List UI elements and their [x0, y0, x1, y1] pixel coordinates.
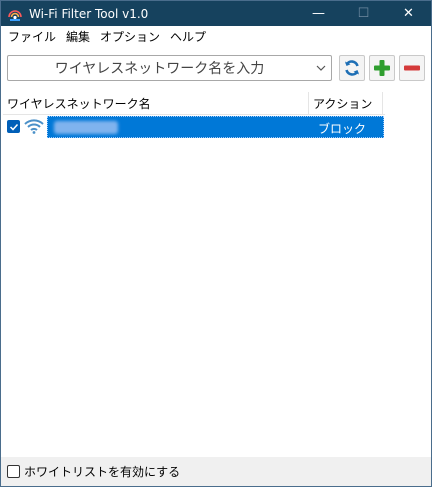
menu-file[interactable]: ファイル: [5, 28, 63, 45]
close-button[interactable]: ✕: [386, 1, 431, 26]
add-icon: [374, 60, 390, 76]
list-row[interactable]: ブロック: [3, 115, 385, 138]
app-logo-icon: [8, 9, 22, 21]
whitelist-label[interactable]: ホワイトリストを有効にする: [24, 463, 180, 480]
chevron-down-icon[interactable]: [311, 56, 331, 80]
app-window: Wi-Fi Filter Tool v1.0 — ☐ ✕ ファイル 編集 オプシ…: [0, 0, 432, 487]
menu-help[interactable]: ヘルプ: [167, 28, 213, 45]
ssid-input[interactable]: ワイヤレスネットワーク名を入力: [8, 58, 311, 78]
minimize-icon: —: [312, 6, 325, 21]
minimize-button[interactable]: —: [296, 1, 341, 26]
menu-options[interactable]: オプション: [97, 28, 167, 45]
whitelist-checkbox[interactable]: [7, 465, 20, 478]
column-header-action[interactable]: アクション: [309, 92, 383, 115]
add-button[interactable]: [369, 55, 395, 81]
menu-bar: ファイル 編集 オプション ヘルプ: [1, 26, 431, 47]
row-action: ブロック: [318, 122, 367, 136]
row-checkbox[interactable]: [7, 120, 20, 133]
ssid-combobox[interactable]: ワイヤレスネットワーク名を入力: [7, 55, 332, 81]
list-header: ワイヤレスネットワーク名 アクション: [3, 92, 385, 115]
status-bar: ホワイトリストを有効にする: [1, 457, 431, 486]
close-icon: ✕: [403, 6, 414, 21]
network-name-redacted: [54, 121, 118, 134]
remove-icon: [404, 65, 420, 71]
row-selection[interactable]: ブロック: [47, 116, 384, 138]
wifi-icon: [24, 119, 44, 137]
network-list[interactable]: ワイヤレスネットワーク名 アクション ブロック: [3, 92, 385, 456]
refresh-icon: [345, 60, 359, 76]
column-header-network-name[interactable]: ワイヤレスネットワーク名: [3, 92, 309, 115]
window-title: Wi-Fi Filter Tool v1.0: [29, 6, 149, 21]
maximize-icon: ☐: [357, 6, 370, 21]
checkmark-icon: [9, 123, 18, 131]
remove-button[interactable]: [399, 55, 425, 81]
menu-edit[interactable]: 編集: [63, 28, 97, 45]
toolbar: ワイヤレスネットワーク名を入力: [1, 47, 431, 90]
maximize-button: ☐: [341, 1, 386, 26]
title-bar[interactable]: Wi-Fi Filter Tool v1.0 — ☐ ✕: [1, 1, 431, 26]
refresh-button[interactable]: [339, 55, 365, 81]
